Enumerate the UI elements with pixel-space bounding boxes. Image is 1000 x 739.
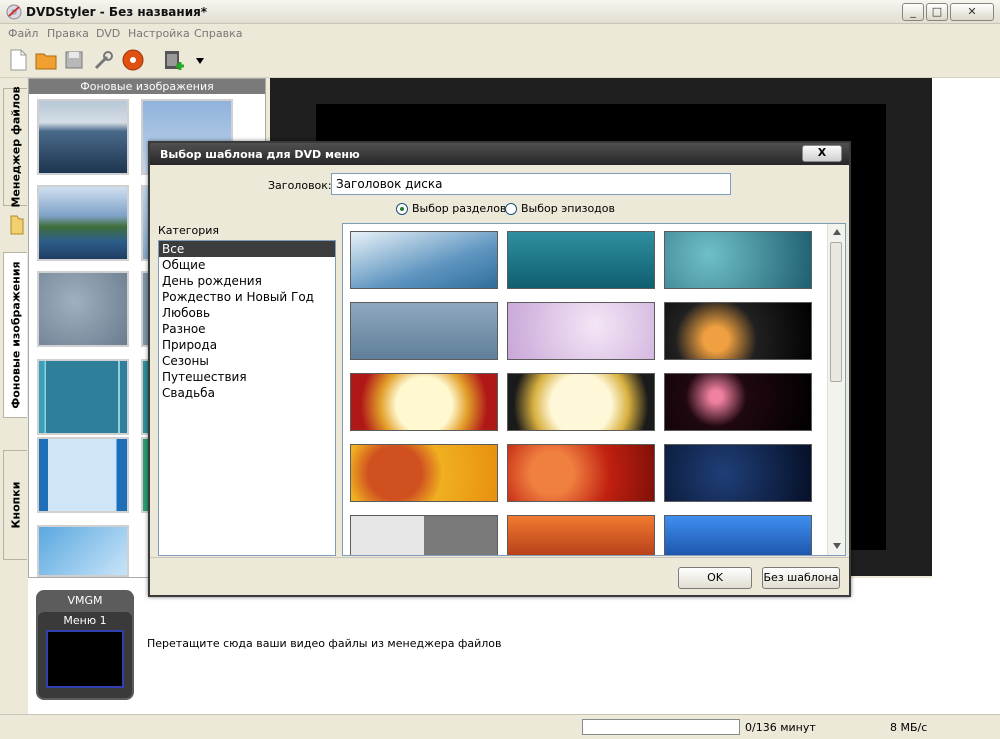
background-thumbnail[interactable] (37, 185, 129, 261)
dialog-separator (150, 557, 849, 558)
template-thumbnail[interactable] (507, 373, 655, 431)
template-thumbnail[interactable] (350, 444, 498, 502)
preview-side-area (932, 78, 1000, 578)
save-icon[interactable] (62, 48, 86, 72)
scroll-up-icon[interactable] (832, 228, 842, 236)
status-bar: 0/136 минут 8 МБ/с (0, 714, 1000, 739)
template-thumbnail[interactable] (507, 231, 655, 289)
folder-icon (10, 215, 24, 235)
template-thumbnail[interactable] (507, 444, 655, 502)
category-item-nature[interactable]: Природа (159, 337, 335, 353)
template-thumbnail[interactable] (507, 515, 655, 555)
close-button[interactable]: ✕ (950, 3, 994, 21)
background-thumbnail[interactable] (37, 359, 129, 435)
menu-edit[interactable]: Правка (47, 27, 89, 40)
menu1-thumbnail[interactable] (46, 630, 124, 688)
bitrate-text: 8 МБ/с (890, 721, 928, 734)
menu-settings[interactable]: Настройка (128, 27, 190, 40)
radio-episodes[interactable]: Выбор эпизодов (505, 202, 615, 215)
dialog-title: Выбор шаблона для DVD меню (160, 148, 360, 161)
dialog-title-bar: Выбор шаблона для DVD меню X (150, 143, 849, 165)
titleset-area: VMGM Меню 1 Перетащите сюда ваши видео ф… (28, 578, 1000, 714)
no-template-button[interactable]: Без шаблона (762, 567, 840, 589)
category-item-general[interactable]: Общие (159, 257, 335, 273)
template-thumbnail[interactable] (664, 231, 812, 289)
category-item-seasons[interactable]: Сезоны (159, 353, 335, 369)
category-item-christmas[interactable]: Рождество и Новый Год (159, 289, 335, 305)
add-video-icon[interactable] (162, 48, 186, 72)
settings-wrench-icon[interactable] (92, 48, 116, 72)
template-thumbnail[interactable] (664, 515, 812, 555)
tab-buttons-label: Кнопки (9, 481, 22, 529)
template-thumbnail[interactable] (664, 444, 812, 502)
background-thumbnail[interactable] (37, 271, 129, 347)
template-thumbnail[interactable] (350, 373, 498, 431)
title-bar: DVDStyler - Без названия* _ □ ✕ (0, 0, 1000, 24)
dialog-close-button[interactable]: X (802, 145, 842, 162)
template-dialog: Выбор шаблона для DVD меню X Заголовок: … (148, 141, 851, 597)
category-item-misc[interactable]: Разное (159, 321, 335, 337)
drop-hint: Перетащите сюда ваши видео файлы из мене… (147, 637, 502, 650)
panel-title: Фоновые изображения (29, 79, 265, 94)
radio-chapters-button[interactable] (396, 202, 408, 215)
background-thumbnail[interactable] (37, 525, 129, 577)
template-thumbnail[interactable] (664, 373, 812, 431)
side-tabs: Менеджер файлов Фоновые изображения Кноп… (0, 78, 28, 714)
title-input[interactable] (331, 173, 731, 195)
menu-help[interactable]: Справка (194, 27, 242, 40)
tab-backgrounds[interactable]: Фоновые изображения (3, 252, 27, 418)
scroll-down-icon[interactable] (832, 542, 842, 550)
vmgm-label: VMGM (67, 594, 103, 607)
template-scrollbar[interactable] (827, 224, 845, 555)
category-item-all[interactable]: Все (159, 241, 335, 257)
radio-episodes-label: Выбор эпизодов (521, 202, 615, 215)
template-thumbnail[interactable] (664, 302, 812, 360)
template-thumbnail[interactable] (350, 231, 498, 289)
category-label: Категория (158, 224, 219, 237)
tab-file-manager[interactable]: Менеджер файлов (3, 86, 27, 208)
template-thumbnail[interactable] (350, 302, 498, 360)
minimize-button[interactable]: _ (902, 3, 924, 21)
vmgm-block[interactable]: VMGM Меню 1 (36, 590, 134, 700)
tab-backgrounds-label: Фоновые изображения (9, 261, 22, 409)
category-item-love[interactable]: Любовь (159, 305, 335, 321)
menu-bar: Файл Правка DVD Настройка Справка (0, 24, 1000, 43)
scrollbar-thumb[interactable] (830, 242, 842, 382)
radio-episodes-button[interactable] (505, 202, 517, 215)
duration-progress (582, 719, 740, 735)
tab-buttons[interactable]: Кнопки (3, 450, 27, 560)
radio-chapters[interactable]: Выбор разделов (396, 202, 506, 215)
category-list[interactable]: Все Общие День рождения Рождество и Новы… (158, 240, 336, 556)
new-file-icon[interactable] (6, 48, 30, 72)
category-item-travel[interactable]: Путешествия (159, 369, 335, 385)
window-title: DVDStyler - Без названия* (26, 5, 208, 19)
radio-chapters-label: Выбор разделов (412, 202, 507, 215)
dropdown-arrow-icon[interactable] (195, 57, 205, 65)
background-thumbnail[interactable] (37, 99, 129, 175)
toolbar (0, 43, 1000, 78)
template-thumbnail[interactable] (507, 302, 655, 360)
menu1-label: Меню 1 (63, 614, 107, 627)
category-item-wedding[interactable]: Свадьба (159, 385, 335, 401)
tab-file-manager-label: Менеджер файлов (9, 86, 22, 208)
menu-dvd[interactable]: DVD (96, 27, 120, 40)
template-thumbnail[interactable] (350, 515, 498, 555)
background-thumbnail[interactable] (37, 437, 129, 513)
burn-dvd-icon[interactable] (121, 48, 145, 72)
title-field-label: Заголовок: (268, 179, 332, 192)
open-folder-icon[interactable] (34, 48, 58, 72)
dvdstyler-app-icon (6, 4, 22, 20)
menu-file[interactable]: Файл (8, 27, 38, 40)
ok-button[interactable]: OK (678, 567, 752, 589)
duration-text: 0/136 минут (745, 721, 816, 734)
maximize-button[interactable]: □ (926, 3, 948, 21)
menu1-container[interactable]: Меню 1 (38, 612, 132, 698)
template-grid (342, 223, 846, 556)
category-item-birthday[interactable]: День рождения (159, 273, 335, 289)
